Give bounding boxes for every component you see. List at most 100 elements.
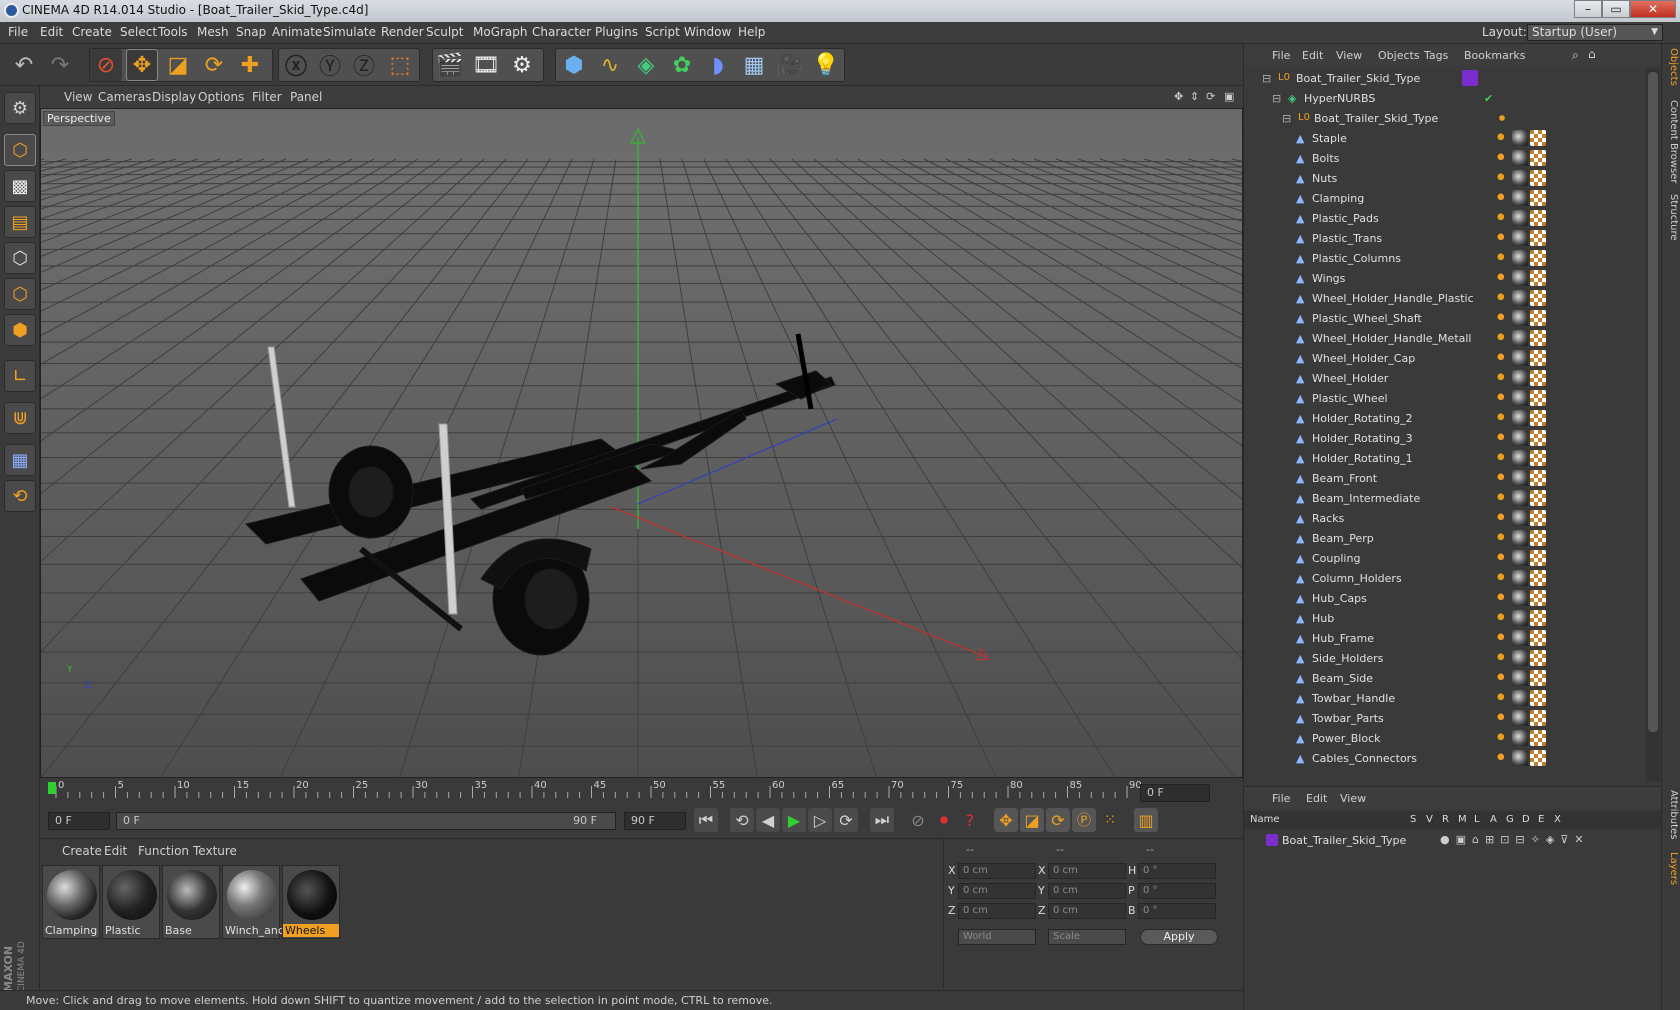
phong-tag-icon[interactable] (1496, 592, 1508, 604)
phong-tag-icon[interactable] (1496, 652, 1508, 664)
menu-character[interactable]: Character (532, 25, 591, 39)
key-parameter-icon[interactable]: Ⓟ (1072, 808, 1096, 832)
object-row[interactable]: ▲ Beam_Perp (1244, 528, 1644, 548)
rotate-tool-icon[interactable]: ⟳ (198, 49, 230, 81)
material-tag-icon[interactable] (1512, 450, 1528, 466)
phong-tag-icon[interactable] (1496, 512, 1508, 524)
coordinate-system-icon[interactable]: ⬚ (384, 49, 416, 81)
next-frame-icon[interactable]: ▷ (808, 808, 832, 832)
home-icon[interactable]: ⌂ (1588, 47, 1596, 61)
menu-tools[interactable]: Tools (158, 25, 188, 39)
scale-mode-select[interactable]: Scale (1048, 929, 1126, 945)
maximize-button[interactable]: ▭ (1602, 0, 1630, 18)
material-tag-icon[interactable] (1512, 670, 1528, 686)
texture-tag-icon[interactable] (1530, 630, 1546, 646)
object-row[interactable]: ▲ Holder_Rotating_3 (1244, 428, 1644, 448)
render-picture-viewer-icon[interactable]: 🎞 (470, 49, 502, 81)
perspective-viewport[interactable]: Perspective Y Z (40, 108, 1243, 778)
material-plastic[interactable]: Plastic (102, 865, 160, 939)
coord-field[interactable]: 0 cm (1048, 883, 1126, 899)
phong-tag-icon[interactable] (1496, 212, 1508, 224)
menu-window[interactable]: Window (684, 25, 731, 39)
texture-tag-icon[interactable] (1530, 170, 1546, 186)
layer-column-l[interactable]: L (1474, 814, 1480, 825)
coord-field[interactable]: 0 cm (958, 883, 1036, 899)
phong-tag-icon[interactable] (1496, 292, 1508, 304)
texture-tag-icon[interactable] (1530, 650, 1546, 666)
material-tag-icon[interactable] (1512, 410, 1528, 426)
texture-tag-icon[interactable] (1530, 450, 1546, 466)
key-position-icon[interactable]: ✥ (994, 808, 1018, 832)
material-tag-icon[interactable] (1512, 470, 1528, 486)
material-tag-icon[interactable] (1512, 630, 1528, 646)
timeline[interactable]: 0 5 10 15 20 25 30 35 40 45 50 55 60 65 70 75 80 85 90 0 F (40, 780, 1243, 806)
viewport-menu-options[interactable]: Options (198, 90, 244, 104)
live-selection-icon[interactable]: ⊘ (90, 49, 122, 81)
texture-tag-icon[interactable] (1530, 590, 1546, 606)
object-scrollbar[interactable] (1646, 68, 1660, 782)
object-row[interactable]: ▲ Beam_Front (1244, 468, 1644, 488)
object-row[interactable]: ▲ Nuts (1244, 168, 1644, 188)
viewport-rotate-icon[interactable]: ⟳ (1206, 90, 1215, 103)
phong-tag-icon[interactable] (1496, 132, 1508, 144)
phong-tag-icon[interactable] (1496, 412, 1508, 424)
texture-tag-icon[interactable] (1530, 370, 1546, 386)
tree-expand-icon[interactable]: ⊟ (1282, 112, 1291, 125)
material-tag-icon[interactable] (1512, 130, 1528, 146)
menu-script[interactable]: Script (645, 25, 680, 39)
object-row[interactable]: ▲ Coupling (1244, 548, 1644, 568)
phong-tag-icon[interactable] (1496, 352, 1508, 364)
material-tag-icon[interactable] (1512, 330, 1528, 346)
enabled-check-icon[interactable]: ✔ (1484, 92, 1493, 105)
object-row[interactable]: ▲ Plastic_Pads (1244, 208, 1644, 228)
end-frame-field[interactable]: 90 F (624, 812, 686, 830)
object-row[interactable]: ▲ Staple (1244, 128, 1644, 148)
layer-row[interactable]: Boat_Trailer_Skid_Type ●▣⌂⊞⊡⊟✧◈⊽✕ (1244, 831, 1662, 849)
autokey-icon[interactable]: ⏺ (932, 808, 956, 832)
object-row[interactable]: ▲ Side_Holders (1244, 648, 1644, 668)
axis-mode-icon[interactable]: ∟ (4, 360, 36, 392)
material-tag-icon[interactable] (1512, 370, 1528, 386)
play-icon[interactable]: ▶ (782, 808, 806, 832)
viewport-menu-filter[interactable]: Filter (252, 90, 282, 104)
layer-column-g[interactable]: G (1506, 814, 1514, 825)
material-tag-icon[interactable] (1512, 690, 1528, 706)
object-row[interactable]: ▲ Bolts (1244, 148, 1644, 168)
model-mode-icon[interactable]: ⬡ (4, 134, 36, 166)
texture-mode-icon[interactable]: ▩ (4, 170, 36, 202)
texture-tag-icon[interactable] (1530, 710, 1546, 726)
polygons-mode-icon[interactable]: ⬢ (4, 314, 36, 346)
material-menu-edit[interactable]: Edit (104, 844, 127, 858)
tab-objects[interactable]: Objects (1664, 48, 1679, 86)
menu-file[interactable]: File (8, 25, 28, 39)
texture-tag-icon[interactable] (1530, 210, 1546, 226)
apply-button[interactable]: Apply (1140, 929, 1218, 945)
workplane-lock-icon[interactable]: ▦ (4, 444, 36, 476)
object-row[interactable]: ▲ Hub_Frame (1244, 628, 1644, 648)
start-frame-field[interactable]: 0 F (48, 812, 110, 830)
material-tag-icon[interactable] (1512, 730, 1528, 746)
texture-tag-icon[interactable] (1530, 190, 1546, 206)
undo-button[interactable]: ↶ (8, 49, 40, 81)
object-row[interactable]: ▲ Hub_Caps (1244, 588, 1644, 608)
phong-tag-icon[interactable] (1496, 252, 1508, 264)
planar-workplane-icon[interactable]: ⟲ (4, 480, 36, 512)
object-row[interactable]: ▲ Wheel_Holder_Handle_Metall (1244, 328, 1644, 348)
object-row[interactable]: ▲ Holder_Rotating_2 (1244, 408, 1644, 428)
coord-field[interactable]: 0 cm (1048, 903, 1126, 919)
render-view-icon[interactable]: 🎬 (434, 49, 466, 81)
edges-mode-icon[interactable]: ⬡ (4, 278, 36, 310)
viewport-menu-view[interactable]: View (64, 90, 92, 104)
mograph-cloner-icon[interactable]: ✿ (666, 49, 698, 81)
layer-column-x[interactable]: X (1554, 814, 1561, 825)
phong-tag-icon[interactable] (1496, 372, 1508, 384)
add-tool-icon[interactable]: ✚ (234, 49, 266, 81)
texture-tag-icon[interactable] (1530, 750, 1546, 766)
layer-flags[interactable]: ●▣⌂⊞⊡⊟✧◈⊽✕ (1440, 833, 1590, 846)
spline-pen-icon[interactable]: ∿ (594, 49, 626, 81)
object-row[interactable]: ▲ Column_Holders (1244, 568, 1644, 588)
viewport-menu-display[interactable]: Display (152, 90, 196, 104)
goto-start-icon[interactable]: ⏮ (694, 808, 718, 832)
phong-tag-icon[interactable] (1496, 472, 1508, 484)
phong-tag-icon[interactable] (1496, 532, 1508, 544)
